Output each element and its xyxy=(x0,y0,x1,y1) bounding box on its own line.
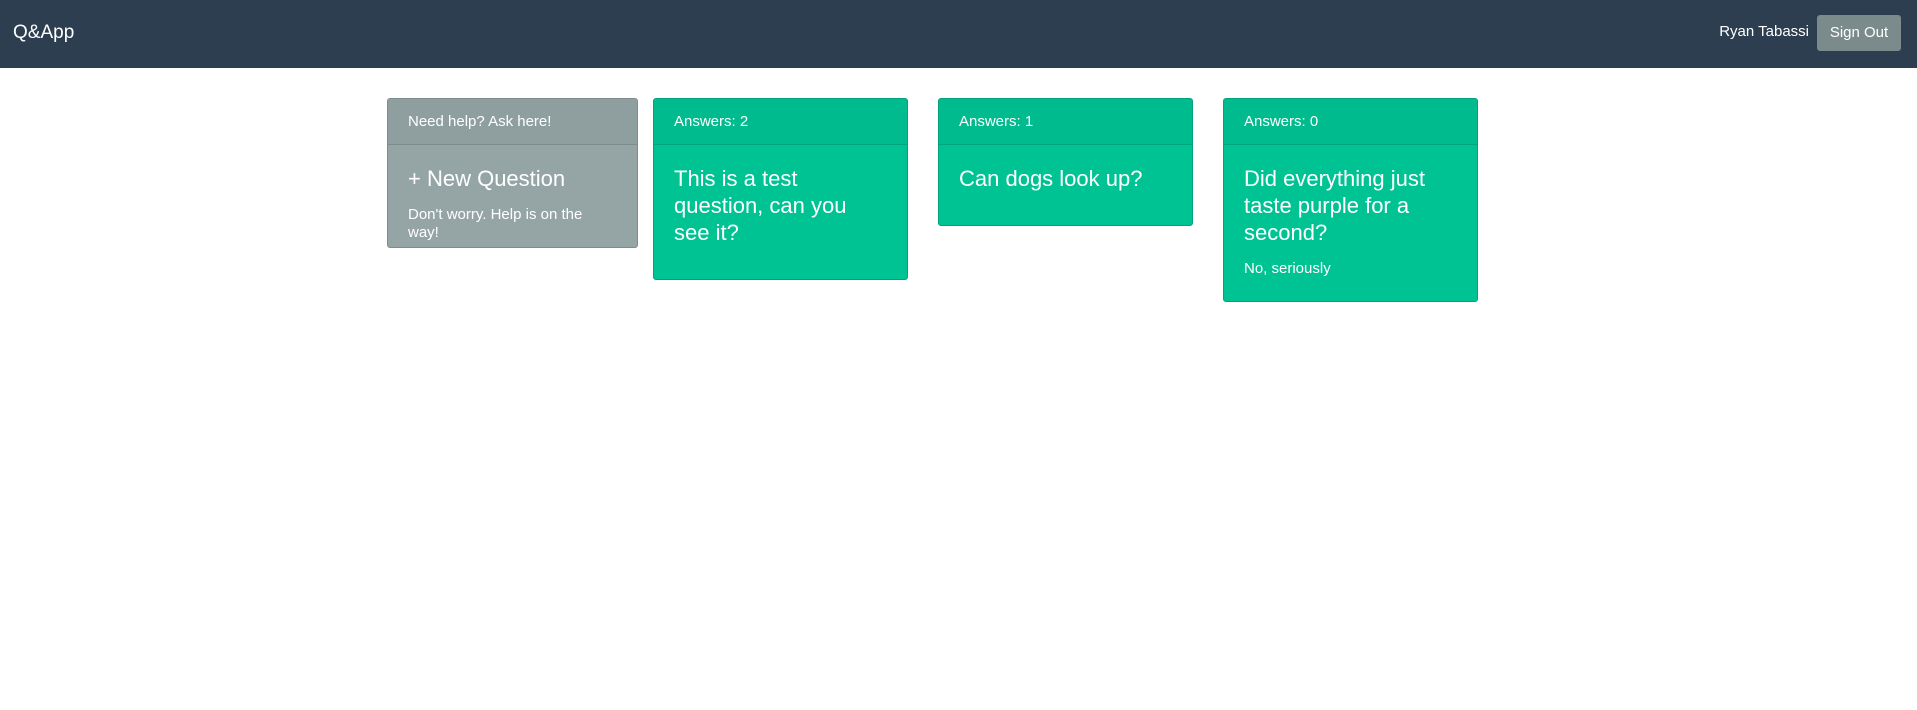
new-question-card-header: Need help? Ask here! xyxy=(388,99,637,145)
question-card[interactable]: Answers: 1 Can dogs look up? xyxy=(938,98,1193,226)
question-card[interactable]: Answers: 0 Did everything just taste pur… xyxy=(1223,98,1478,302)
question-description: No, seriously xyxy=(1244,260,1331,277)
question-card-body: Can dogs look up? xyxy=(939,145,1192,192)
new-question-text: Don't worry. Help is on the way! xyxy=(408,206,583,241)
question-title: Did everything just taste purple for a s… xyxy=(1244,166,1425,245)
new-question-title: + New Question xyxy=(408,166,566,191)
answer-count: Answers: 2 xyxy=(654,99,907,145)
question-card-body: This is a test question, can you see it? xyxy=(654,145,907,246)
question-title: This is a test question, can you see it? xyxy=(674,166,847,245)
answer-count: Answers: 1 xyxy=(939,99,1192,145)
top-navbar: Q&App Ryan Tabassi Sign Out xyxy=(0,0,1917,68)
answer-count: Answers: 0 xyxy=(1224,99,1477,145)
question-title: Can dogs look up? xyxy=(959,166,1143,191)
sign-out-button[interactable]: Sign Out xyxy=(1817,15,1901,51)
new-question-card-body: + New Question Don't worry. Help is on t… xyxy=(388,145,637,242)
question-card[interactable]: Answers: 2 This is a test question, can … xyxy=(653,98,908,280)
question-card-body: Did everything just taste purple for a s… xyxy=(1224,145,1477,278)
app-brand-link[interactable]: Q&App xyxy=(13,21,74,45)
user-name: Ryan Tabassi xyxy=(1719,23,1809,40)
new-question-card[interactable]: Need help? Ask here! + New Question Don'… xyxy=(387,98,638,248)
